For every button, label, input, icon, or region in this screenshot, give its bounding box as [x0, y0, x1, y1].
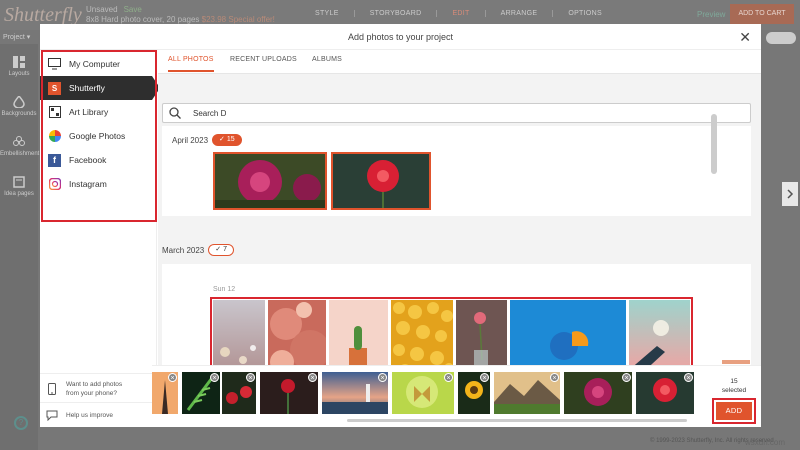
tray-thumbnail[interactable]: × [564, 372, 632, 414]
badge-count: 15 [226, 136, 235, 143]
selected-count: 15 selected [719, 377, 749, 395]
selection-tray: × × × × × × × × × × 15 selected ADD [152, 365, 761, 427]
phone-text-line1: Want to add photos [66, 381, 123, 388]
tray-thumbnail[interactable]: × [322, 372, 388, 414]
nav-style[interactable]: STYLE [300, 10, 354, 17]
toggle-switch[interactable] [766, 32, 796, 44]
nav-storyboard[interactable]: STORYBOARD [353, 10, 437, 17]
tab-all-photos[interactable]: ALL PHOTOS [168, 56, 214, 72]
dialog-title: Add photos to your project [40, 24, 761, 50]
remove-icon[interactable]: × [210, 373, 219, 382]
tray-thumbnail[interactable]: × [392, 372, 454, 414]
remove-icon[interactable]: × [444, 373, 453, 382]
tool-idea-pages[interactable]: Idea pages [0, 176, 38, 197]
photo-thumbnail[interactable] [331, 152, 431, 210]
project-menu-label: Project [3, 34, 25, 41]
remove-icon[interactable]: × [550, 373, 559, 382]
group-header-march: March 2023 ✓ 7 [162, 244, 234, 256]
selected-count-badge[interactable]: ✓ 7 [208, 244, 234, 256]
tool-embellishments-label: Embellishment [0, 151, 40, 157]
add-to-cart-button[interactable]: ADD TO CART [730, 4, 794, 24]
help-improve-label: Help us improve [66, 411, 113, 419]
nav-arrange[interactable]: ARRANGE [484, 10, 553, 17]
red-dahlia-photo [333, 154, 429, 208]
remove-icon[interactable]: × [308, 373, 317, 382]
remove-icon[interactable]: × [246, 373, 255, 382]
dahlia-photo [215, 154, 325, 208]
group-label: April 2023 [172, 135, 209, 145]
chat-icon [46, 410, 58, 421]
highlight-box: ADD [712, 398, 756, 424]
next-page-arrow[interactable] [782, 182, 798, 206]
tray-thumbnail[interactable]: × [152, 372, 178, 414]
preview-link[interactable]: Preview [697, 10, 725, 19]
day-label: Sun 12 [213, 286, 236, 293]
product-price: $23.98 [201, 15, 227, 24]
tool-backgrounds-label: Backgrounds [1, 111, 37, 117]
photo-sources: My Computer S Shutterfly Art Library Goo… [40, 50, 160, 427]
tool-idea-pages-label: Idea pages [4, 191, 34, 197]
vertical-scrollbar[interactable] [711, 114, 717, 174]
tray-thumbnail[interactable]: × [494, 372, 560, 414]
remove-icon[interactable]: × [378, 373, 387, 382]
app-sidebar: Layouts Backgrounds Embellishment Idea p… [0, 44, 40, 450]
special-offer-link[interactable]: Special offer! [228, 15, 275, 24]
watermark: wsxdn.com [745, 438, 786, 447]
photo-thumbnail[interactable] [213, 152, 327, 210]
tray-thumbnail[interactable]: × [182, 372, 220, 414]
tray-scrollbar[interactable] [347, 419, 687, 422]
badge-count: 7 [223, 246, 227, 253]
phone-text-line2: from your phone? [66, 390, 117, 397]
tool-embellishments[interactable]: Embellishment [0, 136, 40, 157]
highlight-box [41, 50, 157, 222]
remove-icon[interactable]: × [168, 373, 177, 382]
nav-options[interactable]: OPTIONS [552, 10, 617, 17]
droplet-icon [13, 96, 25, 108]
search-bar [162, 103, 751, 123]
tab-albums[interactable]: ALBUMS [312, 56, 342, 63]
search-input[interactable] [193, 106, 733, 120]
remove-icon[interactable]: × [480, 373, 489, 382]
idea-pages-icon [13, 176, 25, 188]
tool-layouts-label: Layouts [8, 71, 30, 77]
layouts-icon [13, 56, 25, 68]
product-info: 8x8 Hard photo cover, 20 pages [86, 15, 200, 24]
tool-layouts[interactable]: Layouts [0, 56, 38, 77]
chevron-right-icon [787, 189, 794, 199]
app-nav: STYLE STORYBOARD EDIT ARRANGE OPTIONS [300, 10, 617, 17]
selected-word: selected [721, 387, 747, 394]
tray-thumbnail[interactable]: × [222, 372, 256, 414]
unsaved-label: Unsaved [86, 5, 118, 14]
nav-edit[interactable]: EDIT [436, 10, 484, 17]
tab-recent-uploads[interactable]: RECENT UPLOADS [230, 56, 297, 63]
tool-backgrounds[interactable]: Backgrounds [0, 96, 38, 117]
tab-bar: ALL PHOTOS RECENT UPLOADS ALBUMS [158, 50, 761, 74]
group-label: March 2023 [162, 245, 205, 255]
tray-thumbnail[interactable]: × [636, 372, 694, 414]
tray-thumbnail[interactable]: × [458, 372, 490, 414]
add-from-phone-link[interactable]: Want to add photos from your phone? [40, 373, 157, 404]
search-icon [169, 107, 181, 119]
save-link[interactable]: Save [124, 5, 142, 14]
close-icon[interactable]: ✕ [739, 29, 751, 46]
project-status: Unsaved Save 8x8 Hard photo cover, 20 pag… [86, 5, 275, 25]
tray-thumbnail[interactable]: × [260, 372, 318, 414]
phone-icon [48, 383, 56, 395]
project-menu[interactable]: Project ▾ [3, 33, 30, 41]
page-edge-indicator [722, 360, 750, 364]
group-header-april: April 2023 ✓ 15 [172, 134, 242, 146]
help-icon[interactable]: ? [14, 416, 28, 430]
help-improve-link[interactable]: Help us improve [40, 402, 157, 427]
remove-icon[interactable]: × [622, 373, 631, 382]
flower-icon [13, 136, 25, 146]
selected-number: 15 [730, 378, 738, 385]
remove-icon[interactable]: × [684, 373, 693, 382]
selected-count-badge[interactable]: ✓ 15 [212, 134, 242, 146]
add-button[interactable]: ADD [716, 402, 752, 420]
